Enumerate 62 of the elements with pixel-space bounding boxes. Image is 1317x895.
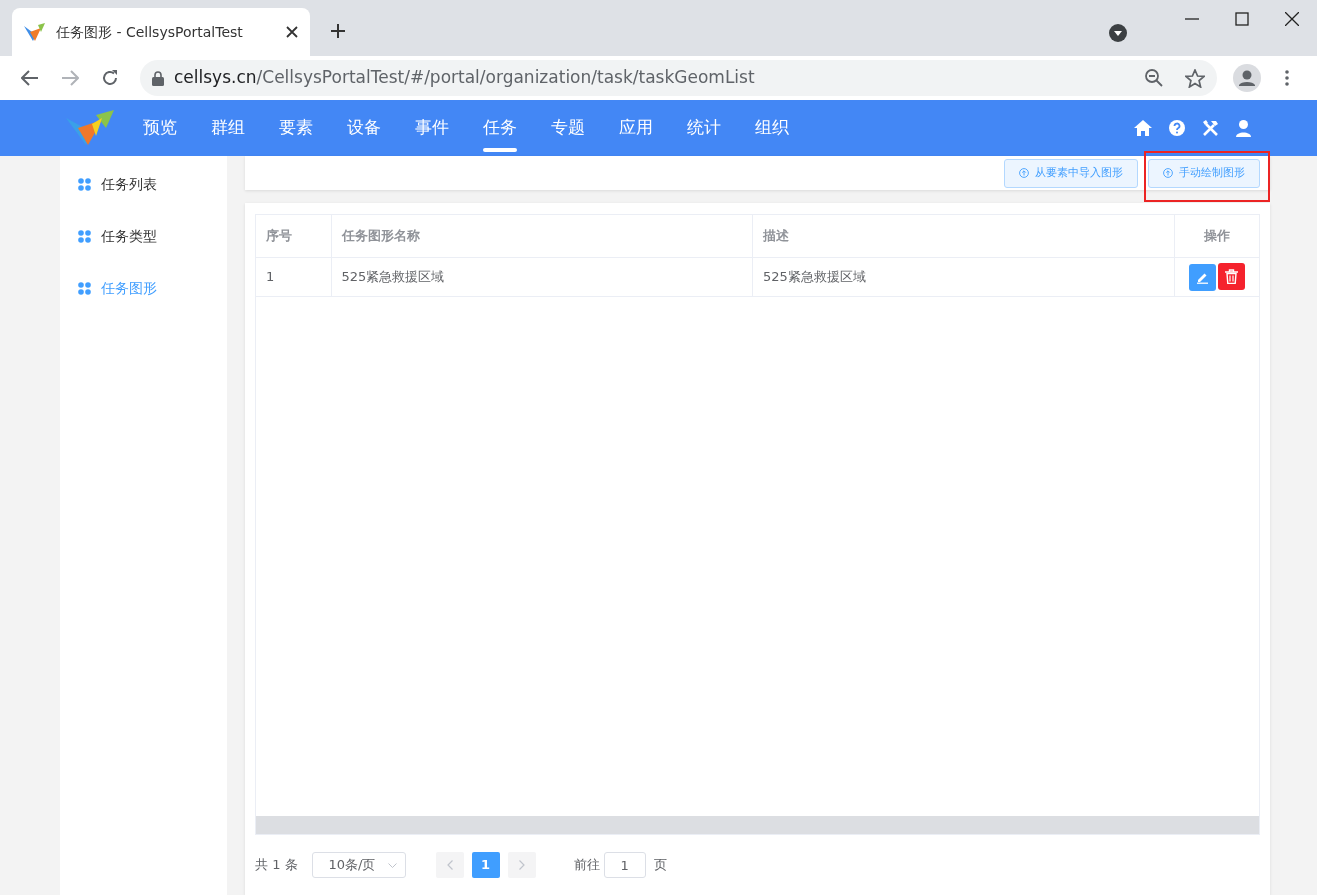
menu-icon[interactable] (1285, 70, 1289, 86)
media-dropdown-icon[interactable] (1109, 24, 1127, 42)
page-size-select[interactable]: 10条/页 (311, 852, 406, 878)
profile-icon[interactable] (1233, 64, 1261, 92)
logo-icon (24, 22, 46, 42)
upload-icon (1019, 168, 1029, 178)
sidebar-item[interactable]: 任务类型 (60, 210, 227, 262)
reload-icon[interactable] (101, 69, 119, 87)
nav-tab[interactable]: 群组 (194, 100, 262, 156)
close-icon[interactable] (1285, 12, 1299, 26)
logo-icon[interactable] (66, 110, 116, 146)
lock-icon (152, 70, 164, 86)
upload-icon (1163, 168, 1173, 178)
nav-tab[interactable]: 专题 (534, 100, 602, 156)
grid-icon (78, 229, 91, 243)
nav-tab[interactable]: 预览 (126, 100, 194, 156)
horizontal-scrollbar[interactable] (256, 816, 1259, 834)
nav-tab[interactable]: 任务 (466, 100, 534, 156)
nav-tab[interactable]: 设备 (330, 100, 398, 156)
delete-button[interactable] (1217, 262, 1245, 290)
address-bar[interactable]: cellsys.cn/CellsysPortalTest/#/portal/organization/task/taskGeomList (140, 60, 1217, 96)
new-tab-icon[interactable] (331, 24, 345, 38)
star-icon[interactable] (1185, 68, 1205, 88)
nav-tab[interactable]: 应用 (602, 100, 670, 156)
page-number-button[interactable]: 1 (471, 852, 500, 878)
zoom-out-icon[interactable] (1145, 69, 1163, 87)
sidebar-item[interactable]: 任务图形 (60, 262, 227, 314)
nav-tab[interactable]: 事件 (398, 100, 466, 156)
user-icon[interactable] (1236, 119, 1251, 137)
table-cell: 1 (256, 257, 331, 296)
maximize-icon[interactable] (1235, 12, 1249, 26)
chevron-left-icon (446, 860, 453, 870)
url-text: cellsys.cn/CellsysPortalTest/#/portal/organization/task/taskGeomList (174, 66, 756, 90)
close-icon[interactable] (286, 26, 298, 38)
column-header: 任务图形名称 (331, 215, 753, 257)
column-header: 操作 (1174, 215, 1259, 257)
nav-tab[interactable]: 统计 (670, 100, 738, 156)
back-arrow-icon[interactable] (21, 70, 39, 86)
add-shape-button[interactable]: 从要素中导入图形 (1004, 158, 1138, 188)
goto-suffix: 页 (653, 856, 667, 875)
column-header: 序号 (256, 215, 331, 257)
goto-label: 前往 (573, 856, 600, 875)
tools-icon[interactable] (1202, 119, 1219, 137)
help-icon[interactable] (1169, 120, 1185, 136)
grid-icon (78, 177, 91, 191)
column-header: 描述 (752, 215, 1174, 257)
nav-tab[interactable]: 要素 (262, 100, 330, 156)
chevron-right-icon (518, 860, 525, 870)
edit-button[interactable] (1188, 263, 1216, 291)
table-cell: 525紧急救援区域 (752, 257, 1174, 296)
trash-icon (1224, 268, 1238, 284)
add-shape-button[interactable]: 手动绘制图形 (1148, 158, 1260, 188)
home-icon[interactable] (1134, 120, 1152, 136)
grid-icon (78, 281, 91, 295)
table-cell: 525紧急救援区域 (331, 257, 753, 296)
total-count: 共 1 条 (255, 856, 298, 875)
nav-tab[interactable]: 组织 (738, 100, 806, 156)
tab-title: 任务图形 - CellsysPortalTest (56, 22, 244, 42)
chevron-down-icon (387, 862, 397, 868)
page-input[interactable]: 1 (603, 852, 646, 878)
browser-tab[interactable]: 任务图形 - CellsysPortalTest (12, 8, 310, 56)
sidebar-item[interactable]: 任务列表 (60, 158, 227, 210)
